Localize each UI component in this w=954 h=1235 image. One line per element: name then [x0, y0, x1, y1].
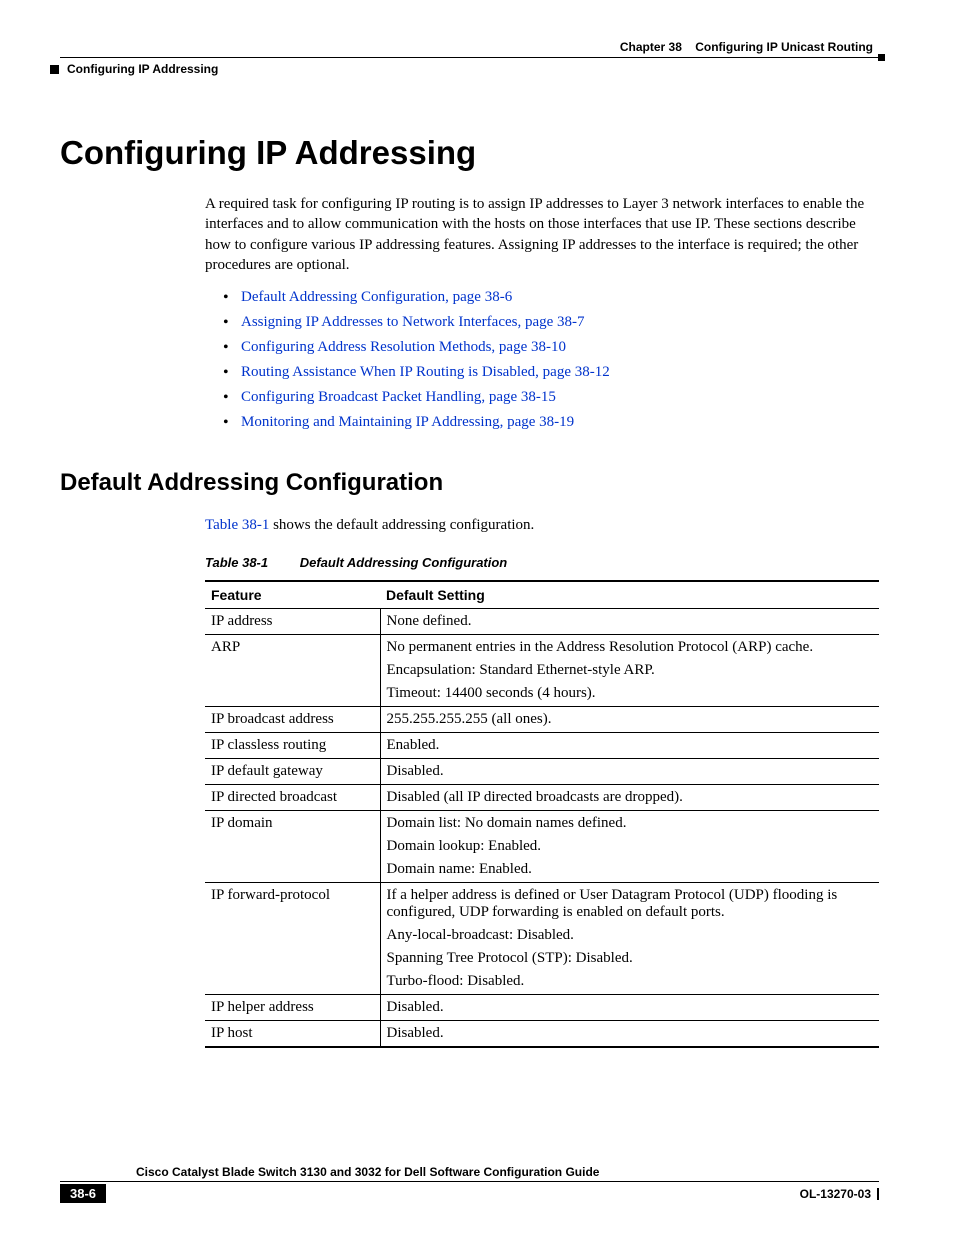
table-row: IP broadcast address255.255.255.255 (all… [205, 707, 879, 733]
xref-link[interactable]: Configuring Address Resolution Methods, … [241, 339, 566, 355]
table-caption-label: Table 38-1 [205, 555, 268, 570]
setting-line: No permanent entries in the Address Reso… [387, 639, 874, 656]
list-item: Default Addressing Configuration, page 3… [223, 289, 879, 306]
config-table: Feature Default Setting IP addressNone d… [205, 580, 879, 1048]
xref-link[interactable]: Routing Assistance When IP Routing is Di… [241, 364, 610, 380]
chapter-label: Chapter 38 [620, 40, 682, 54]
square-icon [50, 65, 59, 74]
setting-line: Timeout: 14400 seconds (4 hours). [387, 685, 874, 702]
page-number: 38-6 [60, 1184, 106, 1203]
guide-title: Cisco Catalyst Blade Switch 3130 and 303… [60, 1165, 879, 1182]
list-item: Monitoring and Maintaining IP Addressing… [223, 414, 879, 431]
list-item: Assigning IP Addresses to Network Interf… [223, 314, 879, 331]
col-header-setting: Default Setting [380, 581, 879, 609]
xref-link[interactable]: Assigning IP Addresses to Network Interf… [241, 314, 585, 330]
setting-cell: Domain list: No domain names defined. Dom… [380, 811, 879, 883]
setting-line: Any-local-broadcast: Disabled. [387, 927, 874, 944]
setting-cell: Disabled. [380, 995, 879, 1021]
bullet-list: Default Addressing Configuration, page 3… [223, 289, 879, 431]
setting-line: Turbo-flood: Disabled. [387, 973, 874, 990]
setting-cell: Disabled. [380, 1021, 879, 1048]
col-header-feature: Feature [205, 581, 380, 609]
feature-cell: IP host [205, 1021, 380, 1048]
page-footer: Cisco Catalyst Blade Switch 3130 and 303… [60, 1165, 879, 1203]
setting-line: Domain name: Enabled. [387, 861, 874, 878]
subsection-intro-rest: shows the default addressing configurati… [269, 517, 534, 533]
table-caption: Table 38-1 Default Addressing Configurat… [205, 555, 879, 570]
setting-line: Domain list: No domain names defined. [387, 815, 874, 832]
page-title: Configuring IP Addressing [60, 134, 879, 172]
feature-cell: IP forward-protocol [205, 883, 380, 995]
section-heading: Default Addressing Configuration [60, 469, 879, 497]
setting-cell: Disabled. [380, 759, 879, 785]
feature-cell: IP default gateway [205, 759, 380, 785]
table-row: IP helper addressDisabled. [205, 995, 879, 1021]
xref-link[interactable]: Configuring Broadcast Packet Handling, p… [241, 389, 556, 405]
footer-bar-icon [877, 1188, 879, 1200]
table-row: ARP No permanent entries in the Address R… [205, 635, 879, 707]
running-head-row: Configuring IP Addressing [50, 62, 879, 76]
setting-cell: Enabled. [380, 733, 879, 759]
feature-cell: ARP [205, 635, 380, 707]
setting-line: Encapsulation: Standard Ethernet-style A… [387, 662, 874, 679]
table-row: IP default gatewayDisabled. [205, 759, 879, 785]
table-row: IP classless routingEnabled. [205, 733, 879, 759]
setting-line: Domain lookup: Enabled. [387, 838, 874, 855]
header-rule [60, 57, 879, 58]
table-row: IP forward-protocolIf a helper address i… [205, 883, 879, 995]
feature-cell: IP domain [205, 811, 380, 883]
setting-cell: No permanent entries in the Address Reso… [380, 635, 879, 707]
table-row: IP directed broadcastDisabled (all IP di… [205, 785, 879, 811]
list-item: Configuring Address Resolution Methods, … [223, 339, 879, 356]
table-header-row: Feature Default Setting [205, 581, 879, 609]
document-id: OL-13270-03 [800, 1187, 871, 1201]
feature-cell: IP broadcast address [205, 707, 380, 733]
xref-link[interactable]: Default Addressing Configuration, page 3… [241, 289, 512, 305]
setting-cell: None defined. [380, 609, 879, 635]
feature-cell: IP helper address [205, 995, 380, 1021]
table-xref-link[interactable]: Table 38-1 [205, 517, 269, 533]
list-item: Routing Assistance When IP Routing is Di… [223, 364, 879, 381]
setting-cell: Disabled (all IP directed broadcasts are… [380, 785, 879, 811]
feature-cell: IP directed broadcast [205, 785, 380, 811]
table-row: IP domainDomain list: No domain names de… [205, 811, 879, 883]
table-caption-title: Default Addressing Configuration [300, 555, 508, 570]
feature-cell: IP classless routing [205, 733, 380, 759]
setting-cell: 255.255.255.255 (all ones). [380, 707, 879, 733]
subsection-intro: Table 38-1 shows the default addressing … [205, 515, 879, 535]
setting-line: If a helper address is defined or User D… [387, 887, 874, 921]
setting-cell: If a helper address is defined or User D… [380, 883, 879, 995]
xref-link[interactable]: Monitoring and Maintaining IP Addressing… [241, 414, 574, 430]
table-row: IP hostDisabled. [205, 1021, 879, 1048]
chapter-header: Chapter 38 Configuring IP Unicast Routin… [60, 40, 879, 54]
chapter-title: Configuring IP Unicast Routing [695, 40, 873, 54]
table-row: IP addressNone defined. [205, 609, 879, 635]
running-head: Configuring IP Addressing [67, 62, 218, 76]
list-item: Configuring Broadcast Packet Handling, p… [223, 389, 879, 406]
intro-paragraph: A required task for configuring IP routi… [205, 194, 879, 275]
feature-cell: IP address [205, 609, 380, 635]
setting-line: Spanning Tree Protocol (STP): Disabled. [387, 950, 874, 967]
